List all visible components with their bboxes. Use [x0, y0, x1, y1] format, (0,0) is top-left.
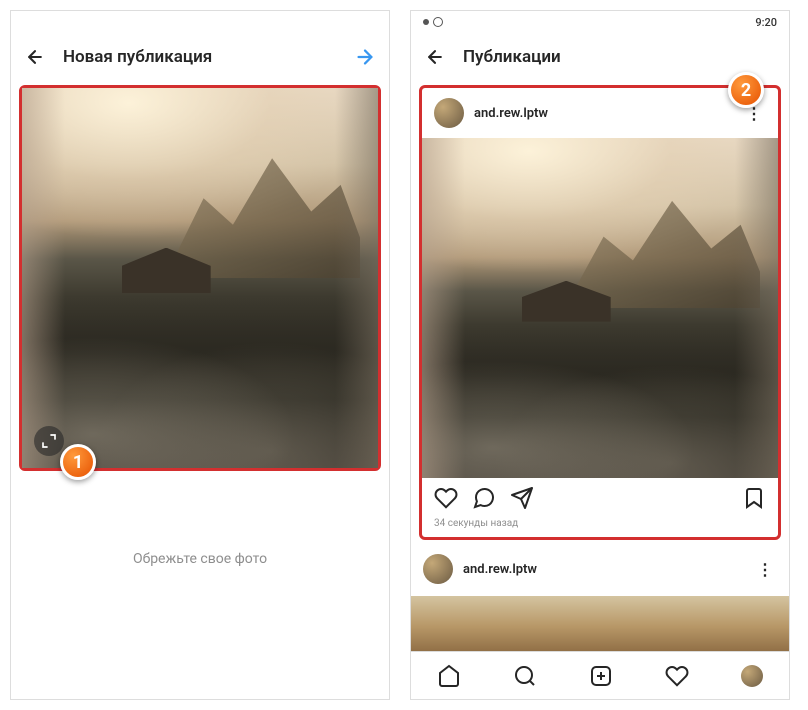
crop-preview[interactable] — [22, 88, 378, 468]
phone-feed: 9:20 Публикации 2 and.rew.lptw ⋮ — [410, 10, 790, 700]
post-header-2: and.rew.lptw ⋮ — [411, 544, 789, 594]
status-bar: 9:20 — [411, 11, 789, 33]
badge-number: 2 — [741, 80, 751, 101]
post-image-2[interactable] — [411, 596, 789, 656]
avatar[interactable] — [423, 554, 453, 584]
more-options-button[interactable]: ⋮ — [753, 556, 777, 583]
post-username[interactable]: and.rew.lptw — [474, 106, 732, 121]
status-dot-icon — [423, 19, 429, 25]
photo-preview — [22, 88, 378, 468]
phone-new-post: Новая публикация 1 Обрежьте свое фото — [10, 10, 390, 700]
avatar[interactable] — [434, 98, 464, 128]
status-bar — [11, 11, 389, 33]
add-post-tab[interactable] — [589, 664, 613, 688]
back-button[interactable] — [423, 45, 447, 69]
page-title: Новая публикация — [63, 47, 337, 67]
post-timestamp: 34 секунды назад — [422, 518, 778, 537]
share-button[interactable] — [510, 486, 534, 510]
page-title: Публикации — [463, 47, 777, 67]
like-button[interactable] — [434, 486, 458, 510]
highlight-box-1: 1 — [19, 85, 381, 471]
step-badge-1: 1 — [60, 444, 96, 480]
bookmark-button[interactable] — [742, 486, 766, 510]
next-button[interactable] — [353, 45, 377, 69]
expand-crop-button[interactable] — [34, 426, 64, 456]
post-header: and.rew.lptw ⋮ — [422, 88, 778, 138]
header: Публикации — [411, 33, 789, 81]
badge-number: 1 — [73, 452, 83, 473]
post-image[interactable] — [422, 138, 778, 478]
bottom-nav — [411, 651, 789, 699]
step-badge-2: 2 — [728, 72, 764, 108]
home-tab[interactable] — [437, 664, 461, 688]
post-username[interactable]: and.rew.lptw — [463, 562, 743, 577]
comment-button[interactable] — [472, 486, 496, 510]
status-circle-icon — [433, 17, 443, 27]
activity-tab[interactable] — [665, 664, 689, 688]
back-button[interactable] — [23, 45, 47, 69]
status-time: 9:20 — [755, 16, 777, 29]
profile-tab[interactable] — [741, 665, 763, 687]
post-actions — [422, 478, 778, 518]
crop-hint-text: Обрежьте свое фото — [11, 551, 389, 567]
highlight-box-2: 2 and.rew.lptw ⋮ — [419, 85, 781, 540]
search-tab[interactable] — [513, 664, 537, 688]
header: Новая публикация — [11, 33, 389, 81]
